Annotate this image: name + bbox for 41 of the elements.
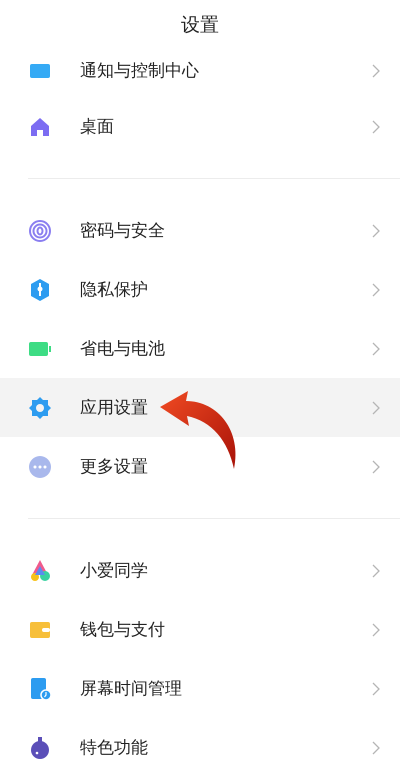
item-label: 应用设置 (80, 397, 149, 419)
settings-item[interactable]: 屏幕时间管理 (0, 659, 400, 718)
item-label: 隐私保护 (80, 279, 149, 301)
item-label: 小爱同学 (80, 560, 149, 582)
chevron-icon (372, 400, 380, 414)
settings-item[interactable]: 省电与电池 (0, 319, 400, 378)
gear-icon (28, 396, 52, 420)
settings-item[interactable]: 钱包与支付 (0, 600, 400, 659)
chevron-icon (372, 740, 380, 754)
page-title: 设置 (181, 13, 219, 38)
chevron-icon (372, 682, 380, 696)
item-label: 屏幕时间管理 (80, 678, 183, 700)
item-label: 桌面 (80, 116, 115, 138)
settings-item[interactable]: 特色功能 (0, 718, 400, 773)
chevron-icon (372, 622, 380, 636)
flask-icon (28, 736, 52, 760)
item-label: 更多设置 (80, 456, 149, 478)
item-label: 钱包与支付 (80, 619, 166, 641)
screen-time-icon (28, 676, 52, 700)
chevron-icon (372, 460, 380, 474)
settings-item[interactable]: 通知与控制中心 (0, 44, 400, 97)
settings-item[interactable]: 密码与安全 (0, 201, 400, 260)
settings-item[interactable]: 桌面 (0, 97, 400, 156)
chevron-icon (372, 120, 380, 134)
chevron-icon (372, 224, 380, 238)
item-label: 通知与控制中心 (80, 60, 200, 82)
settings-item[interactable]: 应用设置 (0, 378, 400, 437)
settings-item[interactable]: 更多设置 (0, 437, 400, 496)
shield-icon (28, 278, 52, 302)
chevron-icon (372, 64, 380, 78)
item-label: 省电与电池 (80, 338, 166, 360)
fingerprint-icon (28, 218, 52, 242)
chevron-icon (372, 342, 380, 356)
chevron-icon (372, 564, 380, 578)
item-label: 密码与安全 (80, 220, 166, 242)
settings-item[interactable]: 小爱同学 (0, 541, 400, 600)
assistant-icon (28, 558, 52, 582)
more-icon (28, 454, 52, 478)
chevron-icon (372, 282, 380, 296)
item-label: 特色功能 (80, 737, 149, 759)
settings-item[interactable]: 隐私保护 (0, 260, 400, 319)
